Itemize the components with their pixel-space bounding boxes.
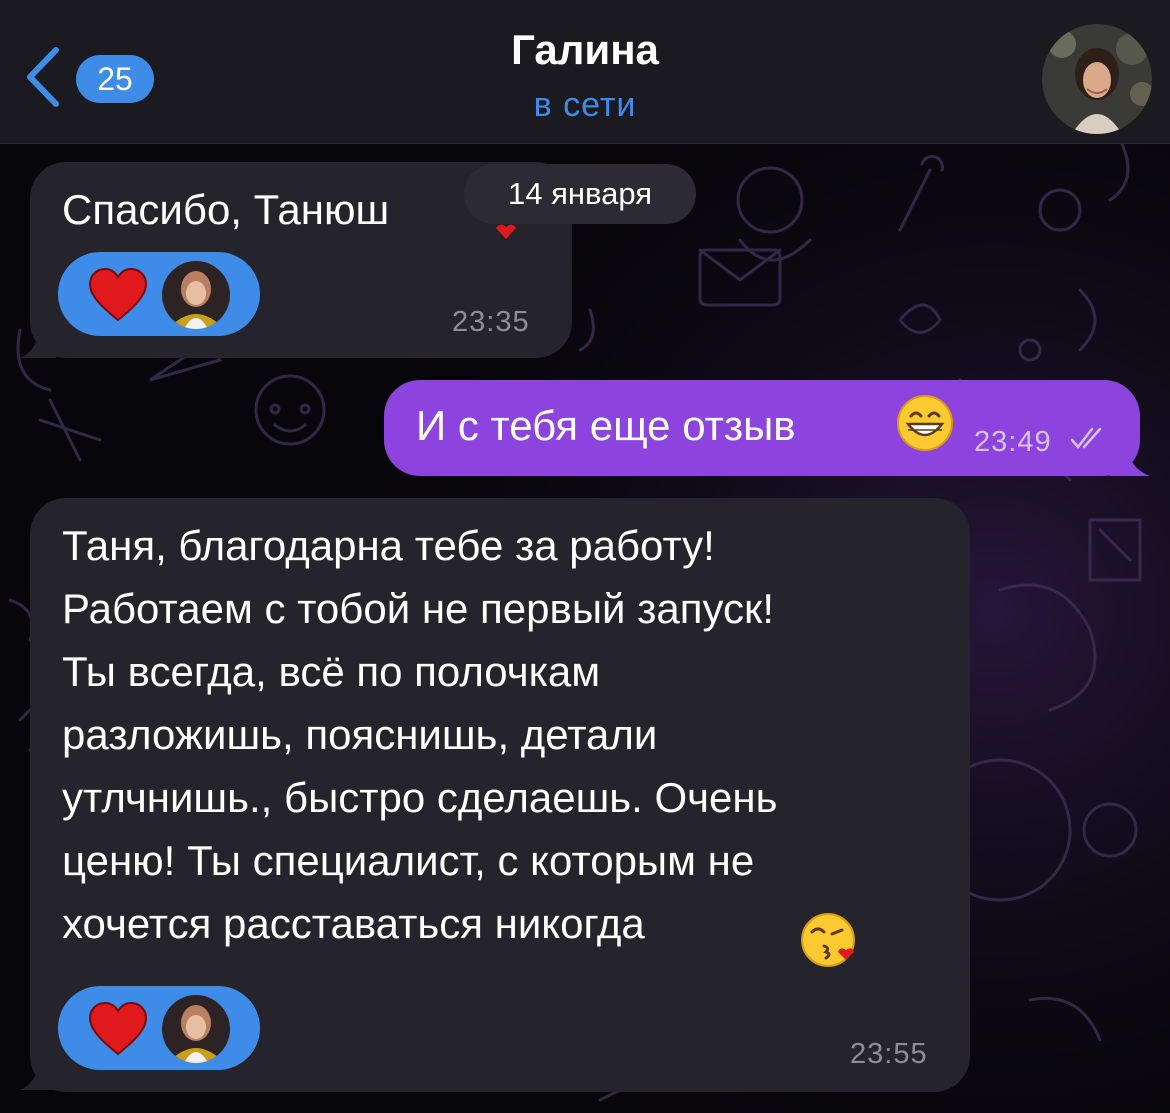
message-text: Спасибо, Танюш [62, 186, 390, 233]
bubble-tail [20, 1058, 56, 1090]
face-blowing-kiss-emoji-icon [801, 913, 855, 967]
message-text: И с тебя еще отзыв [416, 402, 796, 449]
message-bubble-outgoing[interactable]: И с тебя еще отзыв 23:49 [384, 380, 1140, 476]
message-line: хочется расставаться никогда [62, 900, 645, 947]
reactor-avatar [162, 995, 230, 1063]
heart-emoji-icon [496, 224, 516, 239]
chat-header: 25 Галина в сети [0, 0, 1170, 144]
message-line: ценю! Ты специалист, с которым не [62, 837, 755, 884]
double-check-read-icon [1070, 427, 1102, 449]
bubble-tail [1110, 442, 1150, 476]
contact-status: в сети [533, 86, 637, 124]
message-time: 23:49 [974, 426, 1052, 458]
message-line: разложишь, пояснишь, детали [62, 711, 658, 758]
heart-icon [88, 268, 148, 322]
heart-icon [88, 1002, 148, 1056]
bubble-tail [20, 326, 56, 358]
reaction-heart-button[interactable] [58, 252, 260, 336]
contact-name[interactable]: Галина [0, 26, 1170, 74]
date-separator: 14 января [464, 164, 696, 224]
message-line: Таня, благодарна тебе за работу! [62, 522, 715, 569]
reaction-heart-button[interactable] [58, 986, 260, 1070]
message-line: Ты всегда, всё по полочкам [62, 648, 601, 695]
contact-avatar[interactable] [1042, 24, 1152, 134]
message-bubble-incoming[interactable]: Таня, благодарна тебе за работу! Работае… [30, 498, 970, 1092]
message-time: 23:35 [452, 306, 530, 338]
message-time: 23:55 [850, 1038, 928, 1070]
grinning-face-emoji-icon [897, 395, 953, 451]
reactor-avatar [162, 261, 230, 329]
message-line: Работаем с тобой не первый запуск! [62, 585, 775, 632]
message-line: утлчнишь., быстро сделаешь. Очень [62, 774, 778, 821]
